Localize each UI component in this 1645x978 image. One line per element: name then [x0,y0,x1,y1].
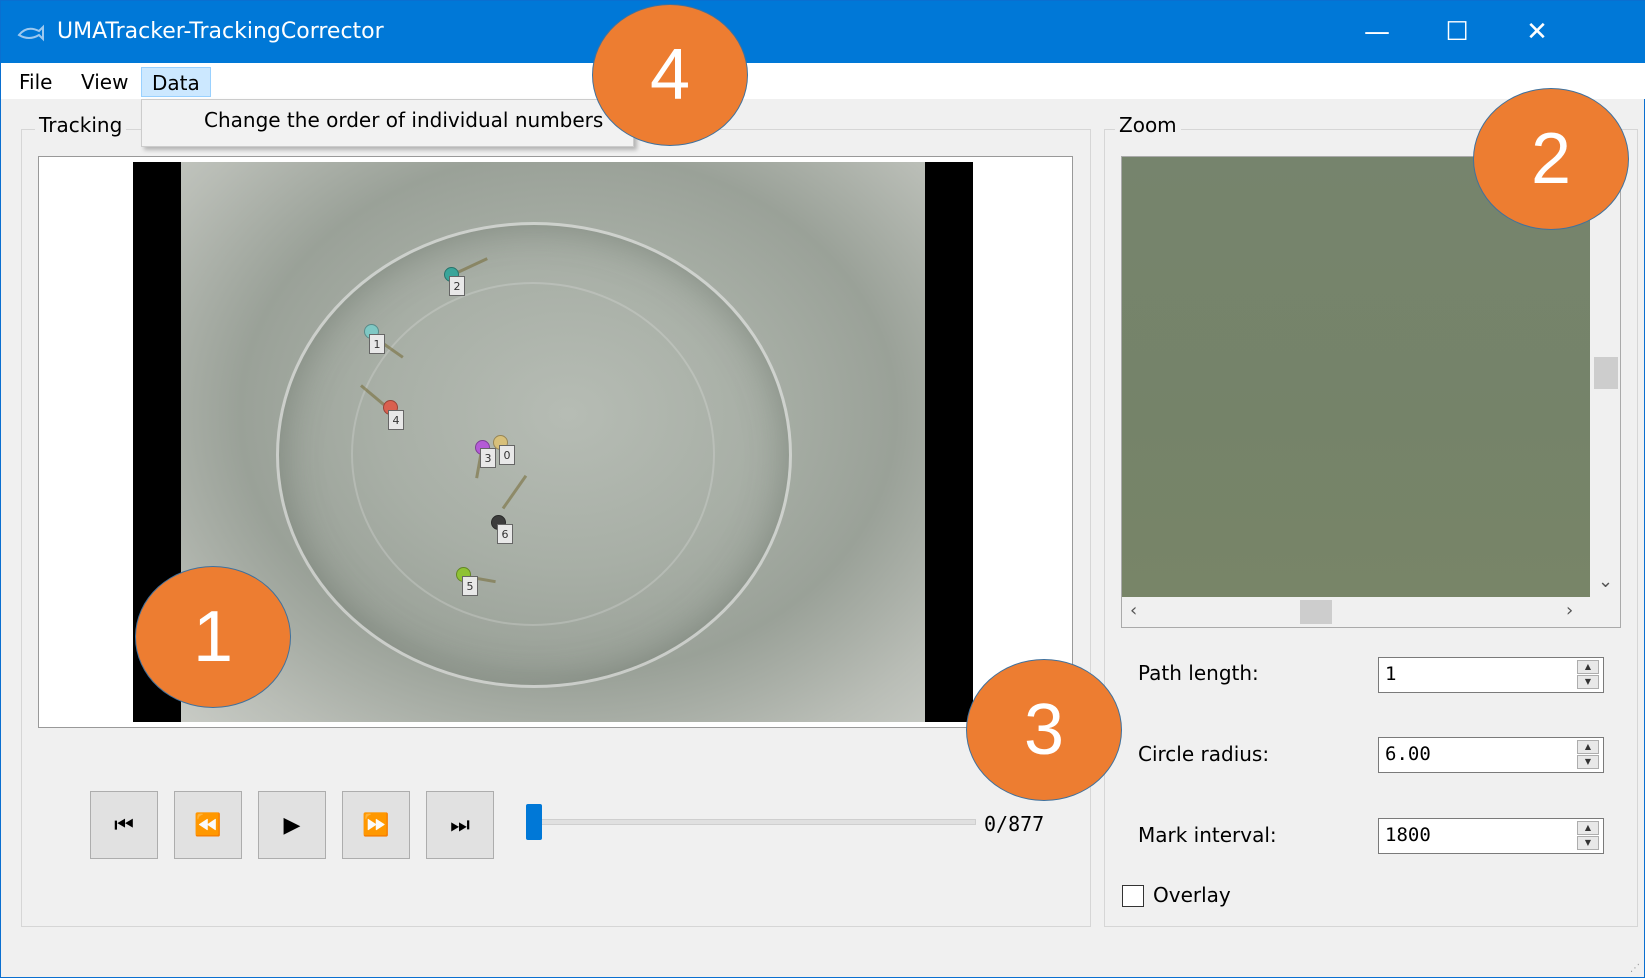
callout-badge-1: 1 [135,566,291,708]
menu-bar: File View Data [1,63,1645,99]
maximize-button[interactable]: ☐ [1417,1,1497,63]
fish-tag: 5 [462,576,478,596]
main-window: UMATracker-TrackingCorrector — ☐ ✕ File … [0,0,1645,978]
petri-dish-inner [351,282,715,626]
title-bar[interactable]: UMATracker-TrackingCorrector — ☐ ✕ [1,1,1645,63]
overlay-checkbox[interactable] [1122,885,1144,907]
data-menu-dropdown: Change the order of individual numbers [141,99,634,147]
spin-down-arrow-icon[interactable]: ▼ [1577,675,1599,689]
path-length-spinbox[interactable]: 1 ▲ ▼ [1378,657,1604,693]
circle-radius-spinbox[interactable]: 6.00 ▲ ▼ [1378,737,1604,773]
mark-interval-spinbox[interactable]: 1800 ▲ ▼ [1378,818,1604,854]
app-fish-icon [17,24,44,42]
spin-up-arrow-icon[interactable]: ▲ [1577,660,1599,674]
zoom-vertical-scrollbar[interactable]: ⌄ [1590,157,1620,597]
scroll-left-arrow-icon[interactable]: ‹ [1130,600,1137,621]
frame-counter: 0/877 [984,812,1045,836]
play-icon: ▶ [283,812,301,838]
fish-tag: 1 [369,334,385,354]
fast-forward-icon: ⏩ [362,812,390,838]
spin-down-arrow-icon[interactable]: ▼ [1577,755,1599,769]
mark-interval-spin-buttons[interactable]: ▲ ▼ [1577,821,1601,851]
rewind-icon: ⏪ [194,812,222,838]
skip-to-start-button[interactable]: ⏮ [90,791,158,859]
window-title: UMATracker-TrackingCorrector [57,19,384,44]
frame-slider-track[interactable] [526,819,976,825]
skip-to-end-button[interactable]: ⏭ [426,791,494,859]
frame-slider-thumb[interactable] [526,804,542,840]
spin-up-arrow-icon[interactable]: ▲ [1577,740,1599,754]
menu-file[interactable]: File [9,67,62,97]
path-length-spin-buttons[interactable]: ▲ ▼ [1577,660,1601,690]
fish-tag: 4 [388,410,404,430]
play-button[interactable]: ▶ [258,791,326,859]
scroll-down-arrow-icon[interactable]: ⌄ [1598,571,1613,592]
circle-radius-label: Circle radius: [1138,742,1270,766]
menu-data[interactable]: Data [141,67,211,97]
skip-to-start-icon: ⏮ [114,812,134,838]
fish-tag: 3 [480,448,496,468]
close-button[interactable]: ✕ [1497,1,1577,63]
zoom-group-label: Zoom [1115,113,1181,137]
callout-badge-3: 3 [966,659,1122,801]
spin-up-arrow-icon[interactable]: ▲ [1577,821,1599,835]
fish-tag: 0 [499,445,515,465]
mark-interval-label: Mark interval: [1138,823,1277,847]
callout-badge-4: 4 [592,4,748,146]
spin-down-arrow-icon[interactable]: ▼ [1577,836,1599,850]
rewind-button[interactable]: ⏪ [174,791,242,859]
resize-grip-icon[interactable]: ⋰ [1630,963,1640,974]
zoom-vertical-scroll-thumb[interactable] [1594,357,1618,389]
circle-radius-value[interactable]: 6.00 [1385,743,1431,765]
path-length-value[interactable]: 1 [1385,663,1396,685]
callout-badge-2: 2 [1473,88,1629,230]
fish-tag: 6 [497,524,513,544]
mark-interval-value[interactable]: 1800 [1385,824,1431,846]
zoom-horizontal-scroll-thumb[interactable] [1300,600,1332,624]
scroll-right-arrow-icon[interactable]: › [1566,600,1573,621]
zoom-horizontal-scrollbar[interactable]: ‹ › [1122,597,1620,627]
path-length-label: Path length: [1138,661,1259,685]
fish-tag: 2 [449,276,465,296]
fast-forward-button[interactable]: ⏩ [342,791,410,859]
minimize-button[interactable]: — [1337,1,1417,63]
tracking-group-label: Tracking [35,113,127,137]
skip-to-end-icon: ⏭ [450,812,470,838]
video-frame-image: 2 1 4 3 0 6 5 [181,162,925,722]
menu-view[interactable]: View [71,67,138,97]
circle-radius-spin-buttons[interactable]: ▲ ▼ [1577,740,1601,770]
menu-item-change-order[interactable]: Change the order of individual numbers [204,108,603,132]
overlay-label[interactable]: Overlay [1153,883,1231,907]
